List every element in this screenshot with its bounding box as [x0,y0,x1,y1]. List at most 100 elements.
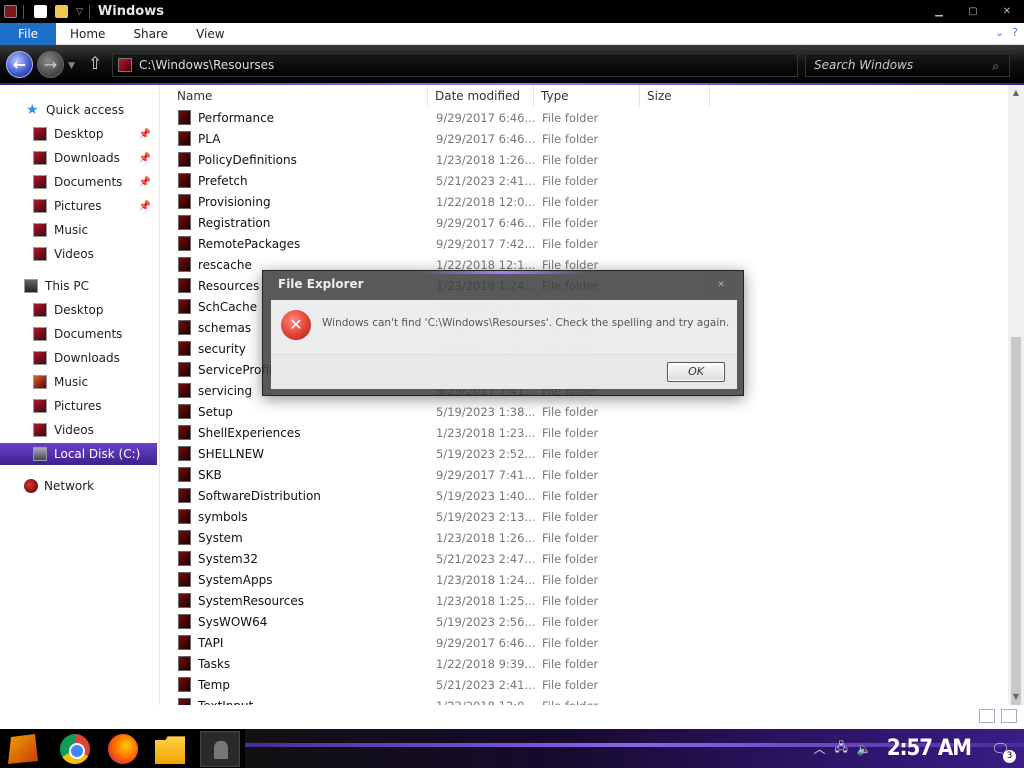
volume-icon[interactable]: 🔈 [857,742,872,756]
table-row[interactable]: Performance 9/29/2017 6:46... File folder [160,107,1008,128]
sidebar-item-network[interactable]: Network [0,475,157,497]
file-name-cell[interactable]: TextInput [160,698,428,705]
vertical-scrollbar[interactable]: ▲ ▼ [1008,85,1024,705]
network-status-icon[interactable]: 🖧 [834,738,847,759]
pin-icon[interactable]: 📌 [139,201,151,212]
dialog-close-button[interactable]: ✕ [711,278,731,293]
details-view-icon[interactable] [979,709,995,723]
maximize-button[interactable]: ▢ [956,0,990,23]
table-row[interactable]: PolicyDefinitions 1/23/2018 1:26... File f… [160,149,1008,170]
minimize-button[interactable]: ▁ [922,0,956,23]
table-row[interactable]: Prefetch 5/21/2023 2:41... File folder [160,170,1008,191]
show-hidden-icons-chevron-icon[interactable]: ︿ [813,740,825,757]
recent-locations-chevron-icon[interactable]: ▼ [68,61,75,71]
file-explorer-window-icon[interactable] [200,731,240,767]
sidebar-item-pc-music[interactable]: Music [0,371,157,393]
column-header-size[interactable]: Size [640,85,710,107]
scroll-down-icon[interactable]: ▼ [1008,689,1024,705]
table-row[interactable]: SysWOW64 5/19/2023 2:56... File folder [160,611,1008,632]
table-row[interactable]: System 1/23/2018 1:26... File folder [160,527,1008,548]
file-name-cell[interactable]: SystemResources [160,593,428,608]
sidebar-item-documents[interactable]: Documents 📌 [0,171,157,193]
file-name-cell[interactable]: Registration [160,215,428,230]
sidebar-item-desktop[interactable]: Desktop 📌 [0,123,157,145]
back-button[interactable]: ← [6,51,33,78]
app-icon[interactable] [4,5,17,18]
firefox-icon[interactable] [108,734,138,764]
chrome-icon[interactable] [60,734,90,764]
table-row[interactable]: PLA 9/29/2017 6:46... File folder [160,128,1008,149]
close-button[interactable]: ✕ [990,0,1024,23]
large-icons-view-icon[interactable] [1001,709,1017,723]
table-row[interactable]: SKB 9/29/2017 7:41... File folder [160,464,1008,485]
tab-view[interactable]: View [182,23,238,45]
scrollbar-thumb[interactable] [1011,337,1021,705]
search-icon[interactable]: ⌕ [992,59,999,74]
tab-share[interactable]: Share [119,23,182,45]
table-row[interactable]: TextInput1/22/2018 12:0...File folder [160,695,1008,705]
table-row[interactable]: Registration 9/29/2017 6:46... File folder [160,212,1008,233]
search-input[interactable] [814,58,984,72]
tab-file[interactable]: File [0,22,56,45]
start-button[interactable] [8,734,38,764]
notifications-icon[interactable]: 🗨 3 [991,740,1016,763]
file-name-cell[interactable]: SystemApps [160,572,428,587]
properties-icon[interactable] [34,5,47,18]
column-header-date[interactable]: Date modified [428,85,534,107]
pin-icon[interactable]: 📌 [139,177,151,188]
file-name-cell[interactable]: SKB [160,467,428,482]
new-folder-icon[interactable] [55,5,68,18]
file-name-cell[interactable]: PLA [160,131,428,146]
table-row[interactable]: RemotePackages 9/29/2017 7:42... File fold… [160,233,1008,254]
table-row[interactable]: Provisioning 1/22/2018 12:0... File folder [160,191,1008,212]
address-bar[interactable]: C:\Windows\Resourses [112,53,798,77]
up-button[interactable]: ⇧ [88,54,102,74]
column-header-name[interactable]: Name [160,85,428,107]
search-box[interactable]: ⌕ [805,53,1010,77]
sidebar-item-this-pc[interactable]: This PC [0,275,157,297]
file-name-cell[interactable]: Prefetch [160,173,428,188]
file-name-cell[interactable]: SoftwareDistribution [160,488,428,503]
sidebar-item-pc-documents[interactable]: Documents [0,323,157,345]
column-header-type[interactable]: Type [534,85,640,107]
file-name-cell[interactable]: System [160,530,428,545]
file-name-cell[interactable]: ShellExperiences [160,425,428,440]
file-name-cell[interactable]: Tasks [160,656,428,671]
table-row[interactable]: System32 5/21/2023 2:47... File folder [160,548,1008,569]
sidebar-item-music[interactable]: Music [0,219,157,241]
ok-button[interactable]: OK [667,362,725,382]
file-name-cell[interactable]: Performance [160,110,428,125]
expand-ribbon-icon[interactable]: ⌄ [995,26,1004,39]
file-name-cell[interactable]: System32 [160,551,428,566]
sidebar-item-pc-pictures[interactable]: Pictures [0,395,157,417]
scroll-up-icon[interactable]: ▲ [1008,85,1024,101]
file-name-cell[interactable]: RemotePackages [160,236,428,251]
sidebar-item-pc-downloads[interactable]: Downloads [0,347,157,369]
sidebar-item-pictures[interactable]: Pictures 📌 [0,195,157,217]
sidebar-item-pc-videos[interactable]: Videos [0,419,157,441]
file-explorer-pinned-icon[interactable] [155,736,185,764]
sidebar-item-videos[interactable]: Videos [0,243,157,265]
table-row[interactable]: Setup 5/19/2023 1:38... File folder [160,401,1008,422]
clock[interactable]: 2:57 AM [887,736,972,761]
pin-icon[interactable]: 📌 [139,129,151,140]
table-row[interactable]: symbols 5/19/2023 2:13... File folder [160,506,1008,527]
tab-home[interactable]: Home [56,23,119,45]
help-icon[interactable]: ? [1012,26,1018,39]
table-row[interactable]: SystemResources 1/23/2018 1:25... File fol… [160,590,1008,611]
sidebar-item-quick-access[interactable]: ★ Quick access [0,99,157,121]
table-row[interactable]: SoftwareDistribution 5/19/2023 1:40... Fil… [160,485,1008,506]
sidebar-item-downloads[interactable]: Downloads 📌 [0,147,157,169]
pin-icon[interactable]: 📌 [139,153,151,164]
table-row[interactable]: Tasks 1/22/2018 9:39... File folder [160,653,1008,674]
file-name-cell[interactable]: PolicyDefinitions [160,152,428,167]
table-row[interactable]: ShellExperiences 1/23/2018 1:23... File fo… [160,422,1008,443]
file-name-cell[interactable]: Provisioning [160,194,428,209]
sidebar-item-pc-desktop[interactable]: Desktop [0,299,157,321]
file-name-cell[interactable]: Setup [160,404,428,419]
file-name-cell[interactable]: TAPI [160,635,428,650]
table-row[interactable]: SystemApps 1/23/2018 1:24... File folder [160,569,1008,590]
file-name-cell[interactable]: SysWOW64 [160,614,428,629]
table-row[interactable]: SHELLNEW 5/19/2023 2:52... File folder [160,443,1008,464]
table-row[interactable]: TAPI 9/29/2017 6:46... File folder [160,632,1008,653]
